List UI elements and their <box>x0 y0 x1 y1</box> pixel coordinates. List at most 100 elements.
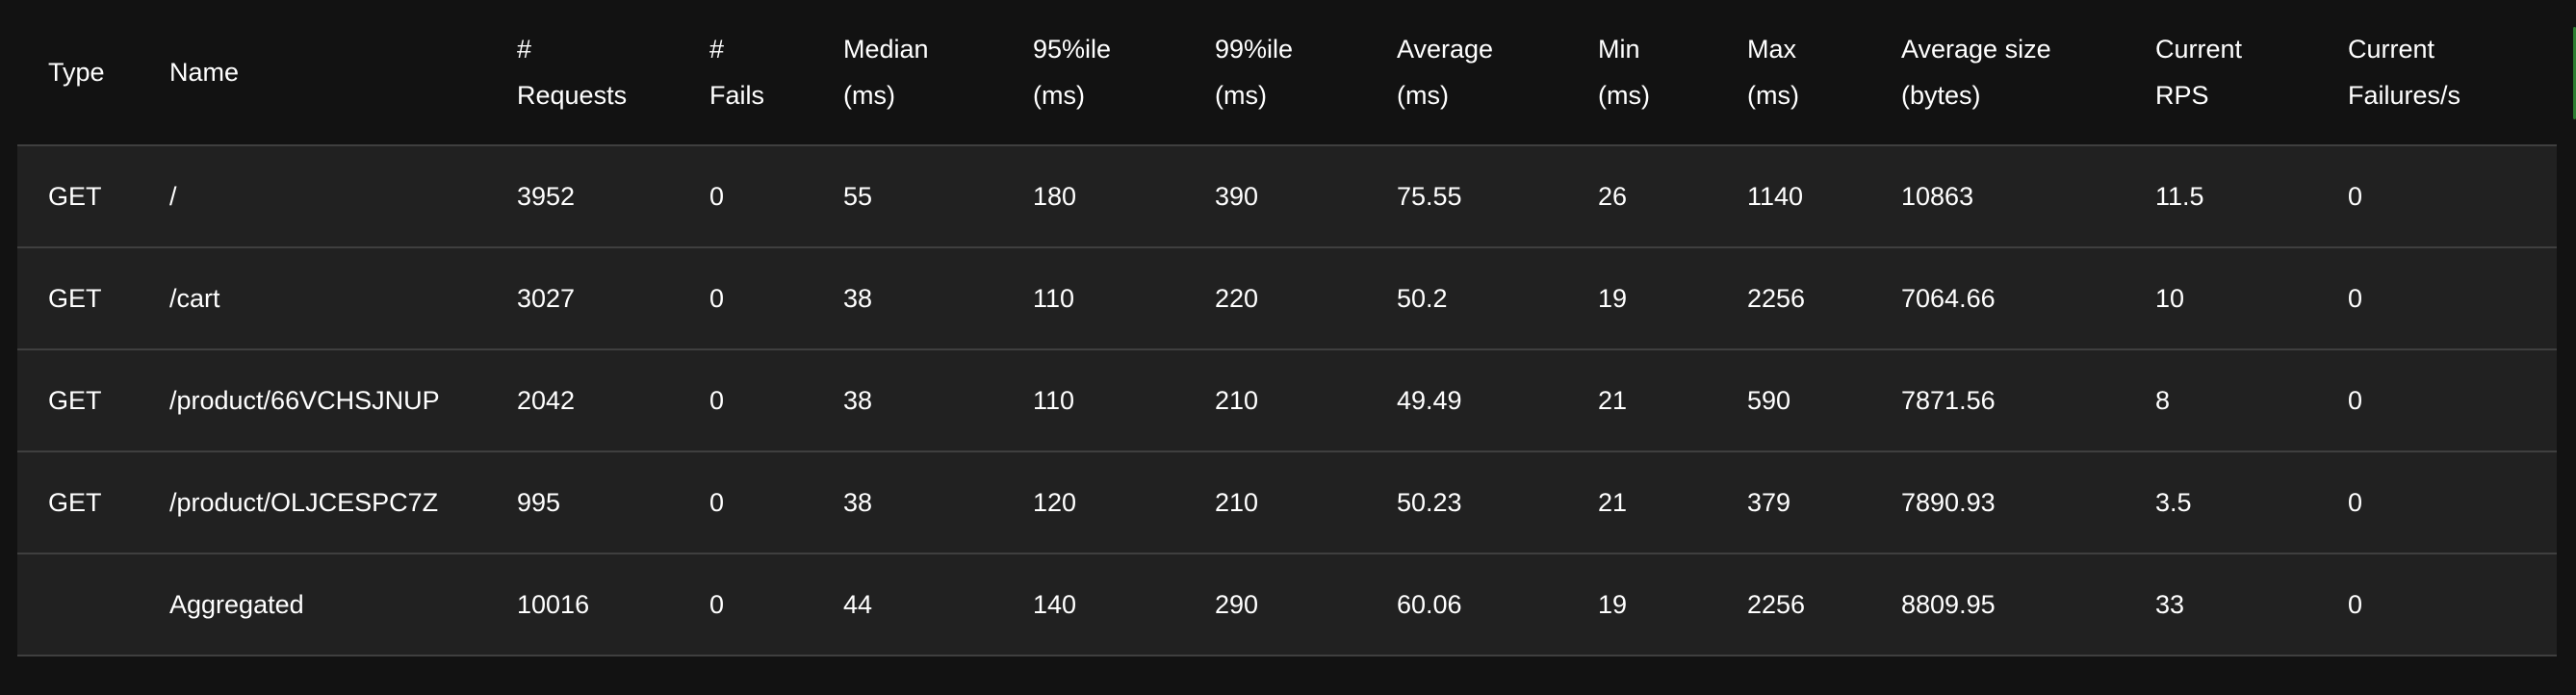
table-row: GET/product/66VCHSJNUP 2042 0 38 110 210 49.49… <box>17 349 2557 451</box>
header-row: Type Name # Requests # Fails Median (ms) 95%ile (… <box>17 0 2557 145</box>
cell-rps: 8 <box>2155 385 2171 415</box>
cell-requests: 3027 <box>517 283 576 313</box>
cell-fails: 0 <box>709 589 725 619</box>
cell-max: 2256 <box>1747 283 1806 313</box>
cell-p95: 120 <box>1033 487 1077 517</box>
column-header-rps[interactable]: Current RPS <box>2125 0 2317 145</box>
cell-fails: 0 <box>709 283 725 313</box>
cell-avg-size: 7064.66 <box>1901 283 1996 313</box>
table-row: GET/cart 3027 0 38 110 220 50.2 19 2256 7064.66 10… <box>17 247 2557 349</box>
cell-name: /cart <box>169 283 220 313</box>
column-header-label: (ms) <box>1033 81 1085 110</box>
column-header-label: Fails <box>709 81 765 110</box>
cell-name: /product/OLJCESPC7Z <box>169 487 439 517</box>
cell-p95: 180 <box>1033 181 1077 211</box>
cell-type: GET <box>48 283 102 313</box>
cell-type: GET <box>48 385 102 415</box>
column-header-failures-per-s[interactable]: Current Failures/s <box>2317 0 2557 145</box>
column-header-label: Type <box>48 58 105 87</box>
column-header-avg-size[interactable]: Average size (bytes) <box>1870 0 2125 145</box>
column-header-label: Requests <box>517 81 628 110</box>
cell-p99: 210 <box>1215 385 1259 415</box>
cell-median: 38 <box>843 283 873 313</box>
cell-max: 1140 <box>1747 181 1804 211</box>
column-header-p95[interactable]: 95%ile (ms) <box>1002 0 1184 145</box>
column-header-name[interactable]: Name <box>139 0 486 145</box>
cell-max: 379 <box>1747 487 1791 517</box>
cell-p99: 390 <box>1215 181 1259 211</box>
cell-avg-size: 10863 <box>1901 181 1974 211</box>
aggregated-row: Aggregated 10016 0 44 140 290 60.06 19 2256 8809.… <box>17 553 2557 656</box>
cell-requests: 10016 <box>517 589 590 619</box>
table-row: GET / 3952 0 55 180 390 75.55 26 1140 10863 11.5 0 <box>17 145 2557 247</box>
cell-fails: 0 <box>709 487 725 517</box>
cell-rps: 11.5 <box>2155 181 2204 211</box>
column-header-label: Median <box>843 35 929 64</box>
column-header-label: (ms) <box>1397 81 1449 110</box>
cell-name: Aggregated <box>169 589 304 619</box>
column-header-fails[interactable]: # Fails <box>679 0 812 145</box>
column-header-label: Average size <box>1901 35 2051 64</box>
cell-avg-size: 7871.56 <box>1901 385 1996 415</box>
column-header-label: (ms) <box>1215 81 1267 110</box>
column-header-requests[interactable]: # Requests <box>486 0 679 145</box>
column-header-median[interactable]: Median (ms) <box>812 0 1002 145</box>
cell-median: 38 <box>843 385 873 415</box>
cell-rps: 10 <box>2155 283 2185 313</box>
cell-requests: 2042 <box>517 385 576 415</box>
column-header-max[interactable]: Max (ms) <box>1716 0 1870 145</box>
cell-failures-per-s: 0 <box>2348 181 2363 211</box>
cell-p99: 220 <box>1215 283 1259 313</box>
cell-requests: 3952 <box>517 181 576 211</box>
column-header-label: # <box>709 35 725 64</box>
cell-p99: 290 <box>1215 589 1259 619</box>
cell-fails: 0 <box>709 181 725 211</box>
column-header-label: 99%ile <box>1215 35 1294 64</box>
cell-type: GET <box>48 487 102 517</box>
column-header-label: 95%ile <box>1033 35 1112 64</box>
column-header-label: Current <box>2155 35 2243 64</box>
cell-average: 49.49 <box>1397 385 1462 415</box>
cell-min: 21 <box>1598 487 1628 517</box>
cell-name: / <box>169 181 177 211</box>
column-header-label: (ms) <box>1747 81 1799 110</box>
column-header-label: Current <box>2348 35 2435 64</box>
column-header-label: Max <box>1747 35 1797 64</box>
cell-median: 38 <box>843 487 873 517</box>
cell-average: 75.55 <box>1397 181 1462 211</box>
column-header-label: (bytes) <box>1901 81 1981 110</box>
cell-max: 590 <box>1747 385 1791 415</box>
cell-failures-per-s: 0 <box>2348 589 2363 619</box>
cell-p95: 110 <box>1033 385 1075 415</box>
column-header-label: Average <box>1397 35 1494 64</box>
cell-min: 19 <box>1598 589 1628 619</box>
column-header-label: Failures/s <box>2348 81 2461 110</box>
cell-avg-size: 7890.93 <box>1901 487 1996 517</box>
column-header-label: (ms) <box>1598 81 1650 110</box>
cell-failures-per-s: 0 <box>2348 283 2363 313</box>
cell-fails: 0 <box>709 385 725 415</box>
column-header-label: Min <box>1598 35 1640 64</box>
table-row: GET/product/OLJCESPC7Z 995 0 38 120 210 50.23 2… <box>17 451 2557 553</box>
request-statistics-panel: Type Name # Requests # Fails Median (ms) 95%ile (… <box>17 0 2557 656</box>
cell-name: /product/66VCHSJNUP <box>169 385 440 415</box>
column-header-average[interactable]: Average (ms) <box>1366 0 1567 145</box>
cell-requests: 995 <box>517 487 561 517</box>
cell-min: 26 <box>1598 181 1628 211</box>
cell-failures-per-s: 0 <box>2348 487 2363 517</box>
column-header-min[interactable]: Min (ms) <box>1567 0 1716 145</box>
cell-failures-per-s: 0 <box>2348 385 2363 415</box>
cell-average: 50.2 <box>1397 283 1448 313</box>
cell-p95: 110 <box>1033 283 1075 313</box>
cell-average: 50.23 <box>1397 487 1462 517</box>
cell-median: 44 <box>843 589 873 619</box>
cell-max: 2256 <box>1747 589 1806 619</box>
column-header-p99[interactable]: 99%ile (ms) <box>1184 0 1366 145</box>
cell-type <box>17 553 139 656</box>
cell-rps: 33 <box>2155 589 2185 619</box>
table-header: Type Name # Requests # Fails Median (ms) 95%ile (… <box>17 0 2557 145</box>
table-body: GET/3952 0 55 180 390 75.55 26 1140 10863 11.5 0 GE… <box>17 145 2557 656</box>
column-header-type[interactable]: Type <box>17 0 139 145</box>
cell-median: 55 <box>843 181 873 211</box>
cell-min: 19 <box>1598 283 1628 313</box>
